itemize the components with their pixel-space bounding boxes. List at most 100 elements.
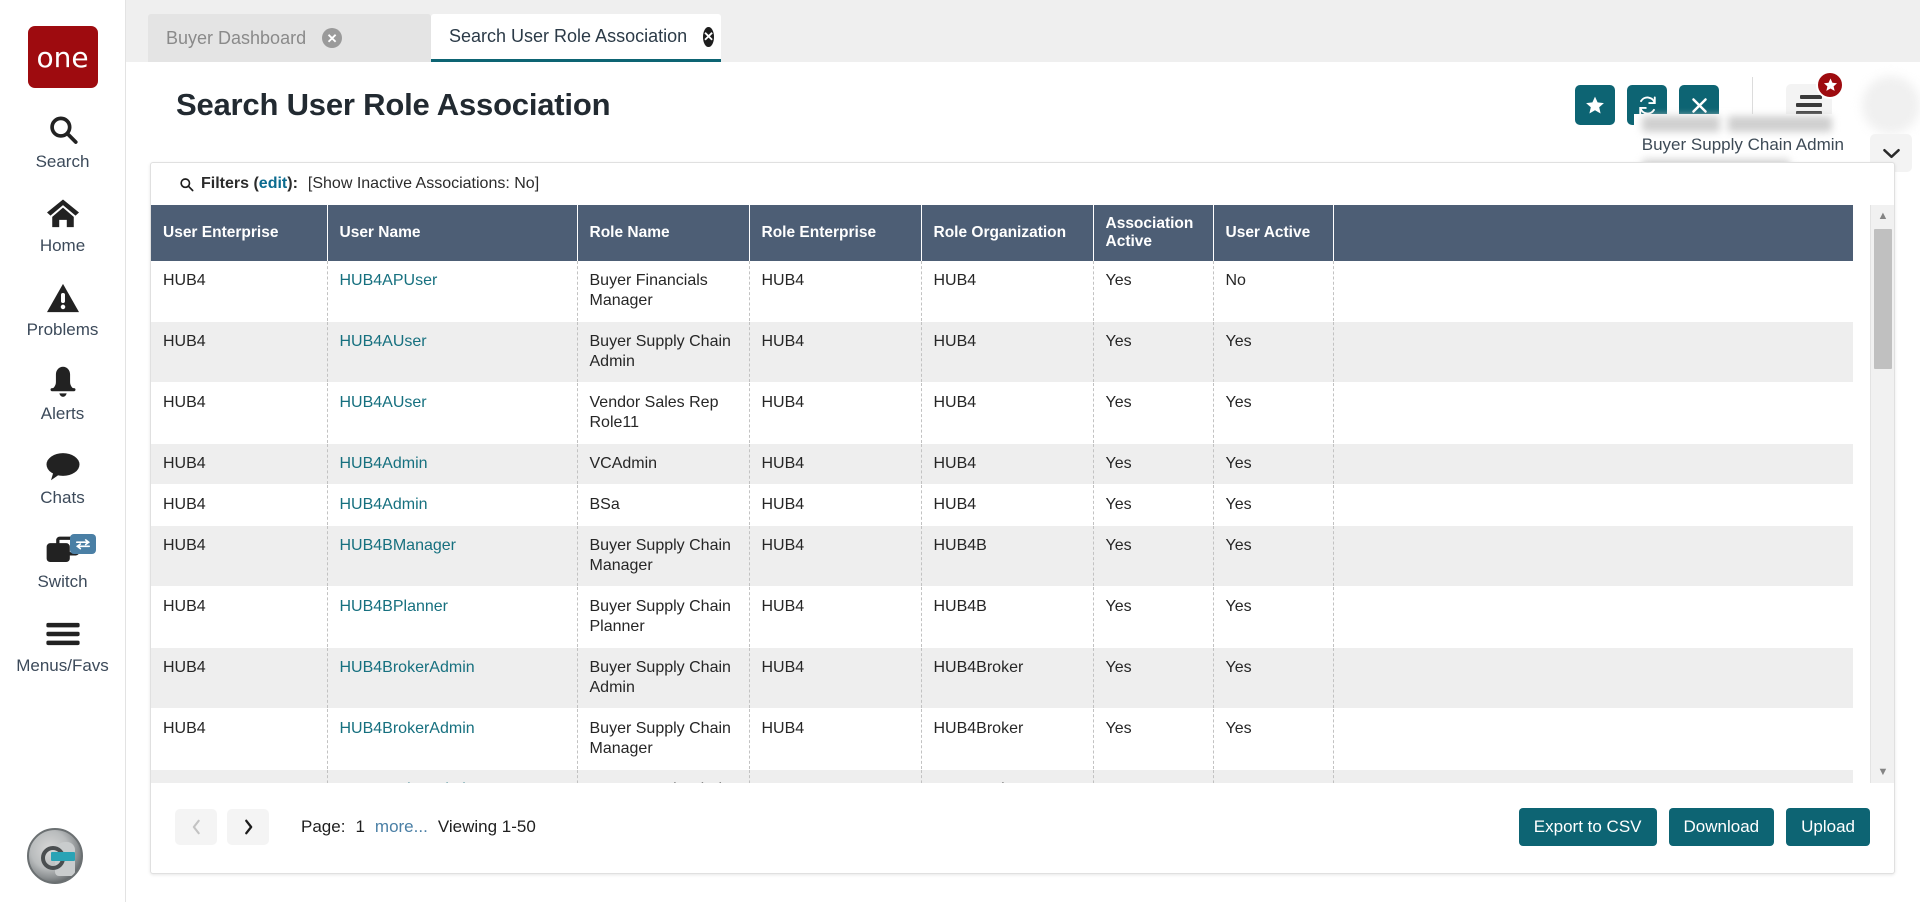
cell-user-name[interactable]: HUB4APUser	[327, 261, 577, 322]
sidebar-item-switch[interactable]: Switch	[0, 530, 126, 592]
column-header-association-active[interactable]: Association Active	[1093, 205, 1213, 261]
export-to-csv-button[interactable]: Export to CSV	[1519, 808, 1657, 846]
cell-association-active: Yes	[1093, 648, 1213, 709]
favorite-button[interactable]	[1575, 85, 1615, 125]
user-name-link[interactable]: HUB4Admin	[340, 455, 428, 472]
cell-user-name[interactable]: HUB4AUser	[327, 322, 577, 383]
user-name-link[interactable]: HUB4BPlanner	[340, 598, 449, 615]
cell-role-name: Buyer Supply Chain Admin	[577, 322, 749, 383]
sidebar-item-problems[interactable]: Problems	[0, 278, 126, 340]
filters-paren-open: (	[249, 175, 259, 193]
switch-badge[interactable]	[70, 534, 96, 554]
star-icon	[1585, 96, 1605, 115]
next-page-button[interactable]	[227, 809, 269, 845]
cell-user-name[interactable]: HUB4Admin	[327, 485, 577, 526]
cell-user-name[interactable]: HUB4BManager	[327, 526, 577, 587]
cell-spacer	[1333, 709, 1853, 770]
close-circle-icon[interactable]: ✕	[703, 27, 714, 47]
column-header-role-name[interactable]: Role Name	[577, 205, 749, 261]
cell-user-enterprise: HUB4	[151, 648, 327, 709]
sidebar-item-search[interactable]: Search	[0, 110, 126, 172]
user-name-link[interactable]: HUB4AUser	[340, 333, 427, 350]
user-name-link[interactable]: HUB4AUser	[340, 394, 427, 411]
tab-buyer-dashboard[interactable]: Buyer Dashboard ✕	[148, 14, 431, 62]
avatar[interactable]	[1862, 76, 1920, 134]
cell-user-enterprise: HUB4	[151, 587, 327, 648]
cell-spacer	[1333, 526, 1853, 587]
cell-user-active: Yes	[1213, 648, 1333, 709]
table-scroll-viewport[interactable]: User Enterprise User Name Role Name Role…	[151, 205, 1896, 783]
chevron-left-icon	[191, 819, 202, 835]
column-header-user-enterprise[interactable]: User Enterprise	[151, 205, 327, 261]
table-row[interactable]: HUB4HUB4AdminVCAdminHUB4HUB4YesYes	[151, 444, 1853, 485]
table-vertical-scrollbar[interactable]: ▲ ▼	[1870, 205, 1894, 783]
cell-user-name[interactable]: HUB4AUser	[327, 383, 577, 444]
card-footer: Page: 1 more... Viewing 1-50 Export to C…	[151, 781, 1894, 873]
user-name-link[interactable]: HUB4BrokerAdmin	[340, 659, 475, 676]
tab-strip: Buyer Dashboard ✕ Search User Role Assoc…	[126, 0, 1920, 62]
scrollbar-thumb[interactable]	[1874, 229, 1892, 369]
ai-assistant-avatar-icon[interactable]	[27, 828, 83, 884]
filters-bar: Filters ( edit ) : [Show Inactive Associ…	[151, 163, 1894, 205]
x-icon	[1691, 97, 1708, 114]
filters-edit-link[interactable]: edit	[259, 175, 287, 193]
cell-association-active: Yes	[1093, 709, 1213, 770]
sidebar-item-home[interactable]: Home	[0, 194, 126, 256]
download-button[interactable]: Download	[1669, 808, 1775, 846]
column-header-user-name[interactable]: User Name	[327, 205, 577, 261]
column-header-user-active[interactable]: User Active	[1213, 205, 1333, 261]
user-name-link[interactable]: HUB4Admin	[340, 496, 428, 513]
user-role-association-table: User Enterprise User Name Role Name Role…	[151, 205, 1853, 783]
cell-role-name: Vendor Sales Rep Role11	[577, 383, 749, 444]
table-row[interactable]: HUB4HUB4BPlannerBuyer Supply Chain Plann…	[151, 587, 1853, 648]
cell-user-active: Yes	[1213, 526, 1333, 587]
tab-search-user-role-association[interactable]: Search User Role Association ✕	[431, 14, 721, 62]
sidebar-item-chats[interactable]: Chats	[0, 446, 126, 508]
cell-role-organization: HUB4	[921, 322, 1093, 383]
cell-user-name[interactable]: HUB4BrokerAdmin	[327, 709, 577, 770]
table-row[interactable]: HUB4HUB4AUserVendor Sales Rep Role11HUB4…	[151, 383, 1853, 444]
cell-association-active: Yes	[1093, 526, 1213, 587]
pagination-info: Page: 1 more... Viewing 1-50	[301, 817, 536, 837]
sidebar-item-label: Home	[40, 236, 85, 256]
tab-label: Buyer Dashboard	[166, 28, 306, 49]
column-header-role-organization[interactable]: Role Organization	[921, 205, 1093, 261]
user-name-link[interactable]: HUB4APUser	[340, 272, 438, 289]
cell-association-active: Yes	[1093, 383, 1213, 444]
upload-button[interactable]: Upload	[1786, 808, 1870, 846]
cell-role-name: Buyer Financials Manager	[577, 261, 749, 322]
user-name-link[interactable]: HUB4BrokerAdmin	[340, 720, 475, 737]
cell-user-name[interactable]: HUB4Admin	[327, 444, 577, 485]
cell-role-enterprise: HUB4	[749, 322, 921, 383]
left-sidebar: one Search Home	[0, 0, 126, 902]
user-name-link[interactable]: HUB4BManager	[340, 537, 457, 554]
cell-user-name[interactable]: HUB4BrokerAdmin	[327, 648, 577, 709]
close-circle-icon[interactable]: ✕	[322, 28, 342, 48]
column-header-role-enterprise[interactable]: Role Enterprise	[749, 205, 921, 261]
scroll-up-icon[interactable]: ▲	[1871, 205, 1895, 227]
column-header-spacer	[1333, 205, 1853, 261]
scroll-down-icon[interactable]: ▼	[1871, 761, 1895, 783]
table-row[interactable]: HUB4HUB4BManagerBuyer Supply Chain Manag…	[151, 526, 1853, 587]
previous-page-button[interactable]	[175, 809, 217, 845]
avatar-visor-shape	[51, 852, 75, 861]
cell-user-enterprise: HUB4	[151, 485, 327, 526]
table-row[interactable]: HUB4HUB4BrokerAdminBuyer Supply Chain Ad…	[151, 648, 1853, 709]
sidebar-item-label: Menus/Favs	[16, 656, 109, 676]
cell-role-enterprise: HUB4	[749, 261, 921, 322]
table-row[interactable]: HUB4HUB4APUserBuyer Financials ManagerHU…	[151, 261, 1853, 322]
cell-user-active: Yes	[1213, 709, 1333, 770]
tab-label: Search User Role Association	[449, 26, 687, 47]
sidebar-item-alerts[interactable]: Alerts	[0, 362, 126, 424]
table-row[interactable]: HUB4HUB4BrokerAdminBuyer Supply Chain Ma…	[151, 709, 1853, 770]
sidebar-item-menus-favs[interactable]: Menus/Favs	[0, 614, 126, 676]
cell-role-enterprise: HUB4	[749, 444, 921, 485]
page-title: Search User Role Association	[176, 87, 610, 123]
cell-user-name[interactable]: HUB4BPlanner	[327, 587, 577, 648]
brand-logo[interactable]: one	[28, 26, 98, 88]
table-row[interactable]: HUB4HUB4AUserBuyer Supply Chain AdminHUB…	[151, 322, 1853, 383]
table-row[interactable]: HUB4HUB4AdminBSaHUB4HUB4YesYes	[151, 485, 1853, 526]
cell-role-organization: HUB4Broker	[921, 648, 1093, 709]
more-pages-link[interactable]: more...	[375, 817, 428, 837]
hamburger-icon	[45, 614, 81, 654]
